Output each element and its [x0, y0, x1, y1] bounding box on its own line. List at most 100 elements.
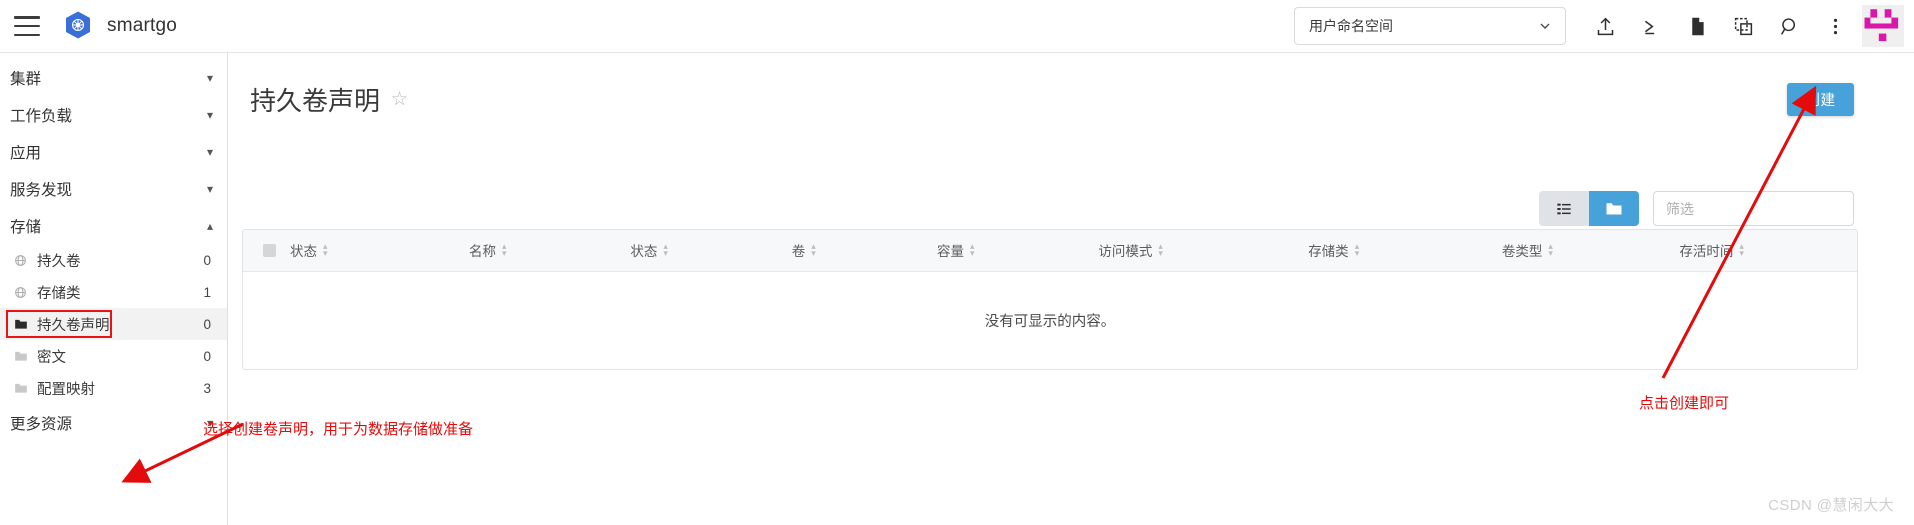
column-header-status-2[interactable]: 状态 ▴ ▾	[630, 230, 792, 272]
folder-icon	[14, 350, 31, 362]
view-toggle-group	[1539, 191, 1639, 226]
sidebar-item-count: 0	[203, 316, 211, 332]
search-icon[interactable]	[1766, 3, 1812, 49]
column-label: 存活时间	[1679, 244, 1734, 260]
sidebar-item-label: 配置映射	[37, 381, 95, 398]
chevron-down-icon	[1540, 23, 1550, 29]
sort-icon: ▴ ▾	[969, 240, 975, 259]
table-toolbar	[1539, 191, 1854, 226]
column-header-access-modes[interactable]: 访问模式 ▴ ▾	[1098, 230, 1309, 272]
column-label: 访问模式	[1098, 244, 1153, 260]
sidebar-item-count: 0	[203, 252, 211, 268]
sidebar-item-count: 3	[203, 380, 211, 396]
chevron-down-icon: ▾	[206, 107, 213, 122]
column-label: 容量	[936, 244, 964, 260]
chevron-up-icon: ▴	[206, 218, 213, 233]
sort-icon: ▴ ▾	[811, 240, 816, 259]
page-header: 持久卷声明 ☆	[228, 53, 1914, 118]
folder-icon	[14, 382, 31, 394]
column-header-status-1[interactable]: 状态 ▴ ▾	[243, 230, 469, 272]
sidebar-group-apps[interactable]: 应用 ▾	[0, 133, 227, 170]
sidebar-group-workloads[interactable]: 工作负载 ▾	[0, 96, 227, 133]
select-all-checkbox[interactable]	[263, 243, 276, 257]
chevron-down-icon: ▾	[206, 415, 213, 430]
page-title: 持久卷声明	[250, 86, 381, 116]
upload-icon[interactable]	[1582, 3, 1628, 49]
folder-filled-icon	[14, 318, 31, 330]
sidebar-item-label: 持久卷	[37, 253, 81, 270]
sidebar-item-config-maps[interactable]: 配置映射 3	[0, 372, 227, 404]
kubernetes-logo-icon	[66, 11, 90, 39]
top-bar: smartgo 用户命名空间	[0, 0, 1914, 53]
sidebar-group-cluster[interactable]: 集群 ▾	[0, 59, 227, 96]
column-label: 状态	[630, 244, 658, 260]
sidebar: 集群 ▾ 工作负载 ▾ 应用 ▾ 服务发现 ▾ 存储 ▴ 持久卷 0 存储类 1…	[0, 53, 228, 525]
sidebar-group-service-discovery[interactable]: 服务发现 ▾	[0, 170, 227, 207]
sidebar-group-label: 存储	[10, 218, 42, 236]
sidebar-item-persistent-volume-claims[interactable]: 持久卷声明 0	[0, 308, 227, 340]
column-label: 名称	[468, 244, 496, 260]
column-header-volume-type[interactable]: 卷类型 ▴ ▾	[1501, 230, 1680, 272]
globe-icon	[14, 254, 31, 267]
pvc-table: 状态 ▴ ▾ 名称 ▴ ▾ 状态 ▴ ▾ 卷 ▴ ▾ 容量 ▴ ▾ 访问模式 ▴…	[243, 230, 1857, 369]
star-outline-icon[interactable]: ☆	[391, 88, 408, 111]
user-avatar-icon[interactable]	[1862, 5, 1904, 47]
table-header: 状态 ▴ ▾ 名称 ▴ ▾ 状态 ▴ ▾ 卷 ▴ ▾ 容量 ▴ ▾ 访问模式 ▴…	[243, 230, 1857, 272]
empty-message: 没有可显示的内容。	[984, 313, 1116, 330]
sidebar-group-storage[interactable]: 存储 ▴	[0, 207, 227, 244]
column-header-volume[interactable]: 卷 ▴ ▾	[791, 230, 937, 272]
sidebar-item-count: 0	[203, 348, 211, 364]
sort-icon: ▴ ▾	[1739, 240, 1744, 259]
main-content: 持久卷声明 ☆ 创建 筛选 状态 ▴ ▾ 名称 ▴ ▾ 状态 ▴ ▾ 卷 ▴ ▾…	[228, 53, 1914, 525]
sidebar-item-secrets[interactable]: 密文 0	[0, 340, 227, 372]
folder-view-icon[interactable]	[1589, 191, 1639, 226]
list-view-icon[interactable]	[1539, 191, 1589, 226]
sort-icon: ▴ ▾	[663, 240, 668, 259]
sidebar-item-persistent-volumes[interactable]: 持久卷 0	[0, 244, 227, 276]
column-header-capacity[interactable]: 容量 ▴ ▾	[936, 230, 1099, 272]
column-label: 存储类	[1308, 244, 1349, 260]
sidebar-item-label: 持久卷声明	[37, 317, 110, 334]
sidebar-group-label: 应用	[10, 144, 42, 162]
brand-name: smartgo	[107, 15, 178, 36]
column-header-age[interactable]: 存活时间 ▴ ▾	[1679, 230, 1857, 272]
create-button[interactable]: 创建	[1787, 83, 1854, 116]
pvc-table-card: 状态 ▴ ▾ 名称 ▴ ▾ 状态 ▴ ▾ 卷 ▴ ▾ 容量 ▴ ▾ 访问模式 ▴…	[242, 229, 1858, 370]
document-icon[interactable]	[1674, 3, 1720, 49]
globe-icon	[14, 286, 31, 299]
chevron-down-icon: ▾	[206, 144, 213, 159]
table-header-row: 状态 ▴ ▾ 名称 ▴ ▾ 状态 ▴ ▾ 卷 ▴ ▾ 容量 ▴ ▾ 访问模式 ▴…	[243, 230, 1857, 272]
copy-overlay-icon[interactable]	[1720, 3, 1766, 49]
sort-icon: ▴ ▾	[1548, 240, 1553, 259]
watermark: CSDN @慧闲大大	[1768, 497, 1894, 514]
kubernetes-dashboard: smartgo 用户命名空间 集群 ▾ 工作负载 ▾ 应用 ▾ 服务发现 ▾ 存…	[0, 0, 1914, 525]
column-header-name[interactable]: 名称 ▴ ▾	[468, 230, 631, 272]
sidebar-item-storage-classes[interactable]: 存储类 1	[0, 276, 227, 308]
table-body: 没有可显示的内容。	[243, 271, 1857, 369]
sort-icon: ▴ ▾	[1158, 240, 1163, 259]
sidebar-group-label: 工作负载	[10, 107, 73, 125]
hamburger-menu-icon[interactable]	[14, 16, 40, 36]
column-label: 卷	[791, 244, 806, 260]
column-label: 卷类型	[1501, 244, 1543, 260]
terminal-icon[interactable]	[1628, 3, 1674, 49]
chevron-down-icon: ▾	[206, 70, 213, 85]
column-label: 状态	[290, 244, 317, 260]
filter-input[interactable]	[1653, 191, 1854, 226]
table-empty-row: 没有可显示的内容。	[243, 271, 1857, 369]
sidebar-group-label: 集群	[10, 70, 42, 88]
sort-icon: ▴ ▾	[501, 240, 507, 259]
column-header-storage-class[interactable]: 存储类 ▴ ▾	[1308, 230, 1502, 272]
sort-icon: ▴ ▾	[1354, 240, 1360, 259]
sidebar-item-count: 1	[203, 284, 211, 300]
sidebar-item-label: 密文	[37, 349, 66, 366]
sidebar-group-label: 服务发现	[10, 181, 73, 199]
namespace-selector[interactable]: 用户命名空间	[1294, 7, 1566, 45]
sort-icon: ▴ ▾	[323, 240, 328, 259]
namespace-selector-value: 用户命名空间	[1309, 18, 1393, 34]
sidebar-item-label: 存储类	[37, 285, 81, 302]
more-vertical-icon[interactable]	[1812, 3, 1858, 49]
sidebar-group-more-resources[interactable]: 更多资源 ▾	[0, 404, 227, 441]
sidebar-group-label: 更多资源	[10, 415, 73, 433]
chevron-down-icon: ▾	[206, 181, 213, 196]
